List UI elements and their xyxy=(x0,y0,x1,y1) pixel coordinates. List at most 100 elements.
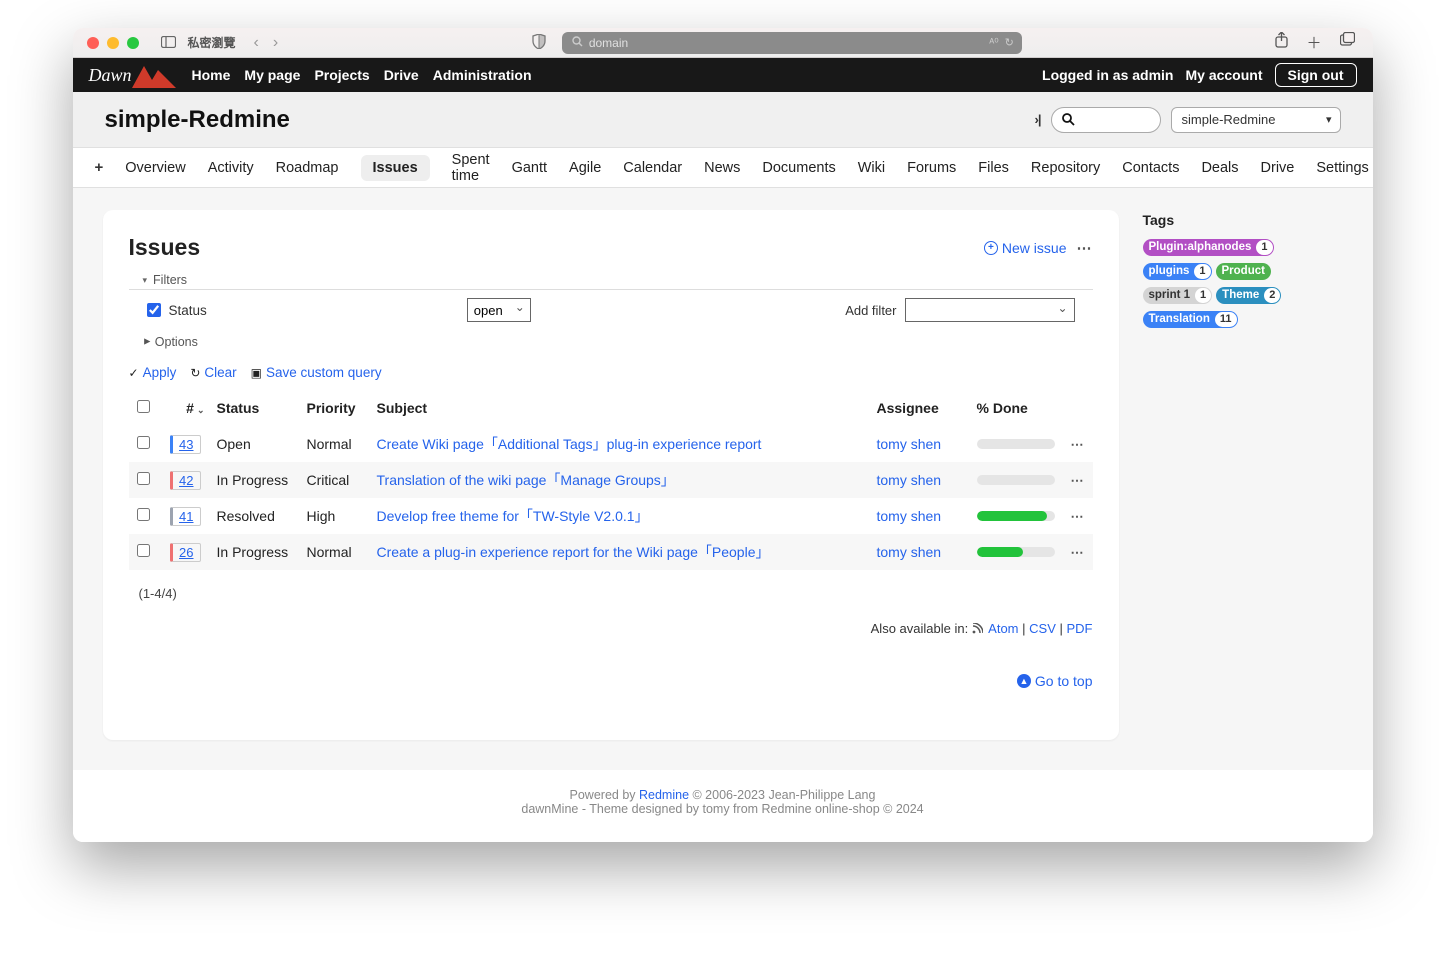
traffic-min-icon[interactable] xyxy=(107,37,119,49)
traffic-close-icon[interactable] xyxy=(87,37,99,49)
new-issue-button[interactable]: + New issue xyxy=(984,240,1067,256)
col-subject[interactable]: Subject xyxy=(369,390,869,426)
col-priority[interactable]: Priority xyxy=(299,390,369,426)
add-filter-select[interactable] xyxy=(905,298,1075,322)
add-filter-label: Add filter xyxy=(845,303,896,318)
tab-activity[interactable]: Activity xyxy=(208,154,254,182)
issue-subject-link[interactable]: Create a plug-in experience report for t… xyxy=(377,544,770,560)
back-icon[interactable]: ‹ xyxy=(254,34,259,52)
tag-product[interactable]: Product xyxy=(1216,263,1271,280)
tab-calendar[interactable]: Calendar xyxy=(623,154,682,182)
issue-id-link[interactable]: 41 xyxy=(170,507,200,526)
row-actions-menu-icon[interactable]: ⋯ xyxy=(1071,509,1085,524)
project-selector[interactable]: simple-Redmine xyxy=(1171,107,1341,133)
tag-sprint-1[interactable]: sprint 11 xyxy=(1143,287,1213,304)
status-filter-checkbox[interactable]: Status xyxy=(147,303,207,318)
new-item-icon[interactable]: + xyxy=(95,159,104,176)
tab-drive[interactable]: Drive xyxy=(1261,154,1295,182)
jump-icon[interactable]: ›| xyxy=(1035,112,1041,127)
select-all-checkbox[interactable] xyxy=(137,400,150,413)
assignee-link[interactable]: tomy shen xyxy=(877,508,942,524)
assignee-link[interactable]: tomy shen xyxy=(877,544,942,560)
save-query-button[interactable]: ▣ Save custom query xyxy=(251,365,382,380)
clear-button[interactable]: ↻ Clear xyxy=(190,365,236,380)
issue-subject-link[interactable]: Translation of the wiki page「Manage Grou… xyxy=(377,472,675,488)
tab-forums[interactable]: Forums xyxy=(907,154,956,182)
project-title: simple-Redmine xyxy=(105,106,290,134)
table-row: 41ResolvedHighDevelop free theme for「TW-… xyxy=(129,498,1093,534)
url-bar[interactable]: domain ᴬ⁰ ↻ xyxy=(562,32,1022,54)
share-icon[interactable] xyxy=(1275,32,1288,53)
tab-spent-time[interactable]: Spent time xyxy=(452,146,490,190)
search-input[interactable] xyxy=(1051,107,1161,133)
col-id[interactable]: # xyxy=(186,400,194,416)
go-to-top-link[interactable]: ▲ Go to top xyxy=(1017,673,1093,689)
export-atom[interactable]: Atom xyxy=(988,621,1018,636)
new-tab-icon[interactable]: ＋ xyxy=(1306,32,1321,53)
apply-button[interactable]: ✓ Apply xyxy=(129,365,177,380)
export-csv[interactable]: CSV xyxy=(1029,621,1056,636)
sign-out-button[interactable]: Sign out xyxy=(1275,63,1357,87)
top-nav-administration[interactable]: Administration xyxy=(433,67,532,83)
tab-overview[interactable]: Overview xyxy=(125,154,185,182)
traffic-max-icon[interactable] xyxy=(127,37,139,49)
reload-icon: ↻ xyxy=(190,366,200,380)
status-select[interactable]: open xyxy=(467,298,531,322)
issue-id-link[interactable]: 43 xyxy=(170,435,200,454)
top-nav-drive[interactable]: Drive xyxy=(384,67,419,83)
col-status[interactable]: Status xyxy=(209,390,299,426)
logo[interactable]: Dawn xyxy=(89,62,176,88)
tag-theme[interactable]: Theme2 xyxy=(1216,287,1281,304)
top-nav-home[interactable]: Home xyxy=(192,67,231,83)
issue-id-link[interactable]: 26 xyxy=(170,543,200,562)
issue-subject-link[interactable]: Create Wiki page「Additional Tags」plug-in… xyxy=(377,436,762,452)
tag-plugins[interactable]: plugins1 xyxy=(1143,263,1212,280)
tab-news[interactable]: News xyxy=(704,154,740,182)
tab-issues[interactable]: Issues xyxy=(361,155,430,181)
tab-files[interactable]: Files xyxy=(978,154,1009,182)
footer-redmine-link[interactable]: Redmine xyxy=(639,788,689,802)
col-assignee[interactable]: Assignee xyxy=(869,390,969,426)
tab-deals[interactable]: Deals xyxy=(1201,154,1238,182)
issue-subject-link[interactable]: Develop free theme for「TW-Style V2.0.1」 xyxy=(377,508,649,524)
row-actions-menu-icon[interactable]: ⋯ xyxy=(1071,473,1085,488)
row-checkbox[interactable] xyxy=(137,472,150,485)
tab-contacts[interactable]: Contacts xyxy=(1122,154,1179,182)
row-checkbox[interactable] xyxy=(137,436,150,449)
top-nav-my-page[interactable]: My page xyxy=(244,67,300,83)
tag-translation[interactable]: Translation11 xyxy=(1143,311,1238,328)
filters-legend[interactable]: ▾ Filters xyxy=(129,273,1093,290)
page-actions-menu-icon[interactable]: ⋯ xyxy=(1077,239,1093,257)
my-account-link[interactable]: My account xyxy=(1185,67,1262,83)
assignee-link[interactable]: tomy shen xyxy=(877,472,942,488)
col-done[interactable]: % Done xyxy=(969,390,1063,426)
tab-settings[interactable]: Settings xyxy=(1316,154,1368,182)
row-checkbox[interactable] xyxy=(137,508,150,521)
status-checkbox[interactable] xyxy=(147,303,161,317)
options-legend[interactable]: ▾ Options xyxy=(129,330,1093,353)
arrow-up-icon: ▲ xyxy=(1017,674,1031,688)
tabs-icon[interactable] xyxy=(1340,32,1355,53)
tab-roadmap[interactable]: Roadmap xyxy=(276,154,339,182)
tab-documents[interactable]: Documents xyxy=(762,154,835,182)
tag-plugin-alphanodes[interactable]: Plugin:alphanodes1 xyxy=(1143,239,1274,256)
pager-text: (1-4/4) xyxy=(129,586,1093,601)
export-pdf[interactable]: PDF xyxy=(1067,621,1093,636)
top-nav-projects[interactable]: Projects xyxy=(314,67,369,83)
sidebar-toggle-icon[interactable] xyxy=(161,35,176,51)
export-label: Also available in: xyxy=(871,621,969,636)
assignee-link[interactable]: tomy shen xyxy=(877,436,942,452)
reload-icon[interactable]: ↻ xyxy=(1005,36,1014,49)
tab-gantt[interactable]: Gantt xyxy=(512,154,547,182)
forward-icon[interactable]: › xyxy=(273,34,278,52)
issue-id-link[interactable]: 42 xyxy=(170,471,200,490)
reader-icon[interactable]: ᴬ⁰ xyxy=(989,36,998,49)
tab-repository[interactable]: Repository xyxy=(1031,154,1100,182)
row-actions-menu-icon[interactable]: ⋯ xyxy=(1071,437,1085,452)
status-select-wrap[interactable]: open xyxy=(467,298,531,322)
privacy-shield-icon[interactable] xyxy=(532,34,546,52)
row-actions-menu-icon[interactable]: ⋯ xyxy=(1071,545,1085,560)
row-checkbox[interactable] xyxy=(137,544,150,557)
tab-agile[interactable]: Agile xyxy=(569,154,601,182)
tab-wiki[interactable]: Wiki xyxy=(858,154,885,182)
